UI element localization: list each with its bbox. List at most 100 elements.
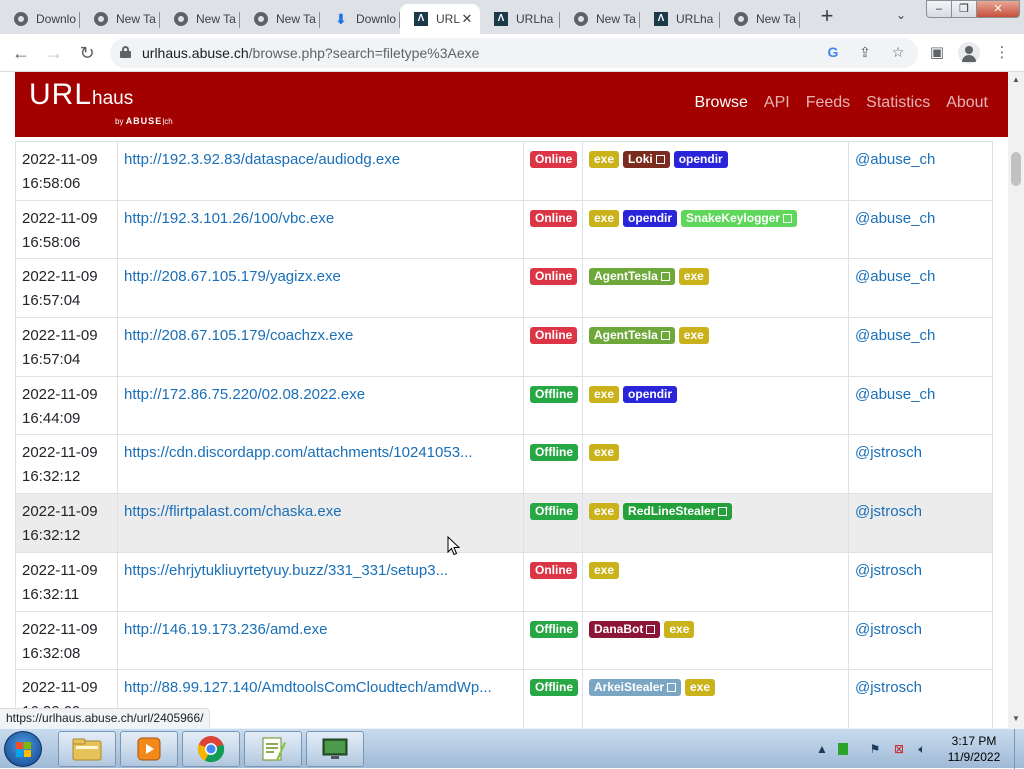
reporter-link[interactable]: @abuse_ch: [855, 210, 935, 227]
tag-badge[interactable]: exe: [589, 561, 620, 579]
reporter-link[interactable]: @jstrosch: [855, 503, 922, 520]
url-link[interactable]: http://146.19.173.236/amd.exe: [124, 621, 328, 638]
tag-badge[interactable]: exe: [589, 209, 620, 227]
reporter-link[interactable]: @abuse_ch: [855, 327, 935, 344]
taskbar-notepad-plus[interactable]: [244, 731, 302, 767]
reporter-link[interactable]: @abuse_ch: [855, 151, 935, 168]
taskbar-explorer[interactable]: [58, 731, 116, 767]
reporter-link[interactable]: @jstrosch: [855, 621, 922, 638]
tag-badge[interactable]: exe: [678, 327, 709, 345]
url-link[interactable]: https://cdn.discordapp.com/attachments/1…: [124, 444, 473, 461]
reporter-link[interactable]: @abuse_ch: [855, 386, 935, 403]
browser-tab[interactable]: Λ URL ✕: [400, 4, 480, 34]
tray-app-icon[interactable]: [838, 743, 848, 755]
nav-feeds[interactable]: Feeds: [806, 94, 850, 112]
browser-tab[interactable]: New Ta: [720, 4, 800, 34]
tag-badge[interactable]: SnakeKeylogger: [681, 209, 798, 227]
maximize-button[interactable]: ❐: [951, 0, 977, 18]
url-link[interactable]: http://208.67.105.179/coachzx.exe: [124, 327, 353, 344]
nav-api[interactable]: API: [764, 94, 790, 112]
tag-badge[interactable]: exe: [685, 679, 716, 697]
show-desktop-button[interactable]: [1014, 729, 1024, 769]
tag-badge[interactable]: DanaBot: [589, 620, 661, 638]
address-text[interactable]: urlhaus.abuse.ch/browse.php?search=filet…: [142, 45, 479, 61]
scroll-up-arrow-icon[interactable]: ▲: [1012, 75, 1020, 84]
tag-badge[interactable]: exe: [589, 444, 620, 462]
scroll-down-arrow-icon[interactable]: ▼: [1012, 714, 1020, 723]
url-link[interactable]: http://192.3.101.26/100/vbc.exe: [124, 210, 334, 227]
reporter-link[interactable]: @abuse_ch: [855, 268, 935, 285]
url-link[interactable]: http://172.86.75.220/02.08.2022.exe: [124, 386, 365, 403]
tag-badge[interactable]: opendir: [623, 385, 678, 403]
browser-tab[interactable]: ⬇ Downlo: [320, 4, 400, 34]
system-clock[interactable]: 3:17 PM 11/9/2022: [938, 733, 1010, 765]
new-tab-button[interactable]: +: [816, 5, 838, 27]
scroll-thumb[interactable]: [1011, 152, 1021, 186]
logo-main: URL: [29, 78, 93, 111]
tray-expand-icon[interactable]: ▲: [815, 742, 829, 756]
taskbar-media-player[interactable]: [120, 731, 178, 767]
start-button[interactable]: [4, 731, 42, 767]
tag-badge[interactable]: exe: [589, 151, 620, 168]
forward-button[interactable]: →: [43, 42, 65, 64]
github-icon: [174, 12, 188, 26]
urlhaus-logo[interactable]: URLhaus by ABUSE|ch: [29, 78, 173, 126]
nav-statistics[interactable]: Statistics: [866, 94, 930, 112]
tag-badge[interactable]: exe: [664, 620, 695, 638]
browser-tab[interactable]: Downlo: [0, 4, 80, 34]
main-nav: Browse API Feeds Statistics About: [695, 94, 988, 112]
page-scrollbar[interactable]: ▲ ▼: [1008, 72, 1024, 728]
url-link[interactable]: http://192.3.92.83/dataspace/audiodg.exe: [124, 151, 400, 168]
tag-badge[interactable]: AgentTesla: [589, 327, 675, 345]
tab-close-icon[interactable]: ✕: [460, 11, 474, 27]
site-header: URLhaus by ABUSE|ch Browse API Feeds Statis…: [15, 72, 1008, 137]
tag-badge[interactable]: RedLineStealer: [623, 503, 733, 521]
nav-about[interactable]: About: [946, 94, 988, 112]
url-link[interactable]: https://flirtpalast.com/chaska.exe: [124, 503, 342, 520]
tag-badge[interactable]: exe: [589, 503, 620, 521]
side-panel-icon[interactable]: ▣: [926, 42, 948, 64]
back-button[interactable]: ←: [10, 42, 32, 64]
tag-badge[interactable]: ArkeiStealer: [589, 679, 682, 697]
url-link[interactable]: http://208.67.105.179/yagizx.exe: [124, 268, 341, 285]
google-translate-icon[interactable]: G: [824, 44, 842, 60]
reload-button[interactable]: ↻: [76, 42, 98, 64]
tag-badge[interactable]: opendir: [623, 209, 678, 227]
tag-badge[interactable]: Loki: [623, 151, 670, 168]
lock-icon[interactable]: [120, 46, 131, 58]
tab-search-icon[interactable]: ⌄: [896, 8, 906, 22]
nav-browse[interactable]: Browse: [695, 94, 748, 112]
action-center-flag-icon[interactable]: ⚑: [868, 742, 882, 756]
network-icon[interactable]: ⊠: [892, 742, 906, 756]
volume-icon[interactable]: 🔈︎: [915, 742, 929, 756]
reporter-cell: @jstrosch: [848, 551, 993, 612]
tag-badge[interactable]: exe: [589, 385, 620, 403]
tag-badge[interactable]: exe: [678, 268, 709, 286]
browser-tab[interactable]: New Ta: [80, 4, 160, 34]
browser-tab[interactable]: New Ta: [560, 4, 640, 34]
minimize-button[interactable]: –: [926, 0, 952, 18]
tag-badge[interactable]: AgentTesla: [589, 268, 675, 286]
menu-kebab-icon[interactable]: ⋮: [991, 42, 1013, 64]
time-text: 16:58:06: [22, 175, 81, 192]
urlhaus-icon: Λ: [494, 12, 508, 26]
tag-badge[interactable]: opendir: [673, 151, 728, 168]
reporter-link[interactable]: @jstrosch: [855, 679, 922, 696]
browser-tab[interactable]: Λ URLha: [640, 4, 720, 34]
url-link[interactable]: http://88.99.127.140/AmdtoolsComCloudtec…: [124, 679, 492, 696]
reporter-link[interactable]: @jstrosch: [855, 562, 922, 579]
url-link[interactable]: https://ehrjytukliuyrtetyuy.buzz/331_331…: [124, 562, 448, 579]
browser-tab[interactable]: Λ URLha: [480, 4, 560, 34]
table-row: 2022-11-09 16:58:06 http://192.3.92.83/dat…: [15, 141, 993, 201]
share-icon[interactable]: ⇪: [856, 44, 874, 61]
address-bar[interactable]: urlhaus.abuse.ch/browse.php?search=filet…: [110, 38, 918, 68]
reporter-link[interactable]: @jstrosch: [855, 444, 922, 461]
taskbar-remote-desktop[interactable]: [306, 731, 364, 767]
taskbar-chrome[interactable]: [182, 731, 240, 767]
bookmark-star-icon[interactable]: ☆: [889, 44, 907, 61]
tag-label: exe: [683, 269, 704, 284]
browser-tab[interactable]: New Ta: [240, 4, 320, 34]
browser-tab[interactable]: New Ta: [160, 4, 240, 34]
profile-avatar-icon[interactable]: [958, 42, 980, 64]
close-window-button[interactable]: ✕: [976, 0, 1020, 18]
